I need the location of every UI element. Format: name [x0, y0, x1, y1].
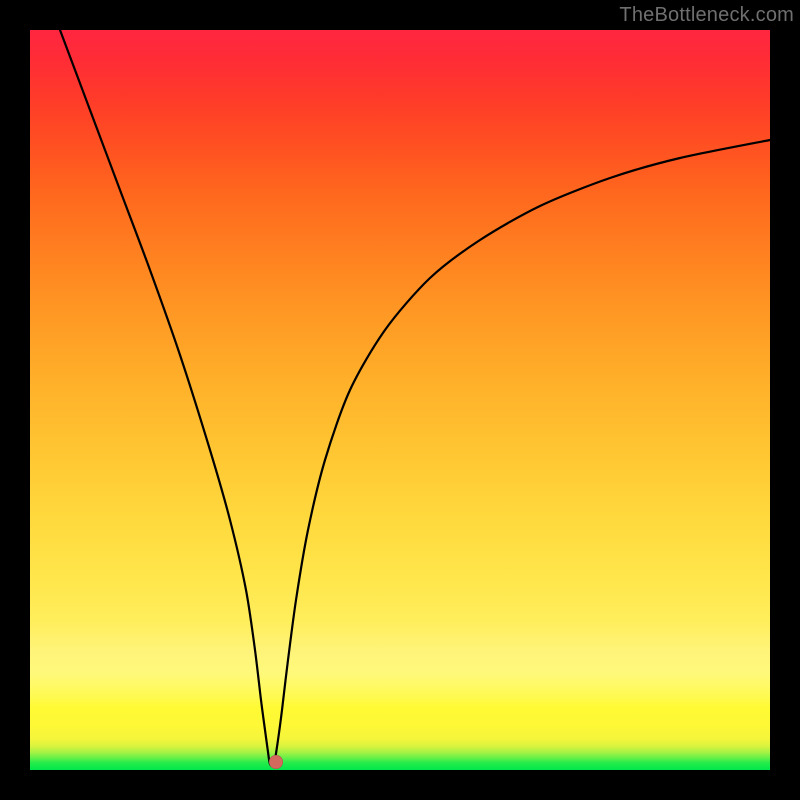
curve-svg [30, 30, 770, 770]
chart-frame [30, 30, 770, 770]
optimal-point-marker [269, 755, 283, 769]
bottleneck-curve [60, 30, 770, 766]
watermark-text: TheBottleneck.com [619, 4, 794, 27]
